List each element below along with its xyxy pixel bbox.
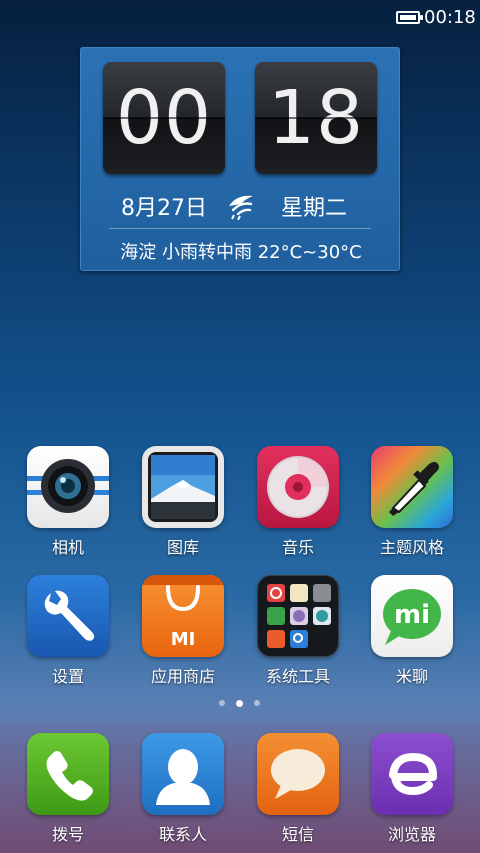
app-music[interactable]: 音乐 (243, 446, 353, 576)
status-time: 00:18 (424, 7, 476, 28)
sms-icon (257, 733, 339, 815)
app-label: 设置 (51, 667, 84, 686)
weather-logo-icon (229, 195, 253, 220)
app-label: 主题风格 (379, 538, 444, 557)
widget-date: 8月27日 (121, 196, 207, 221)
page-dot-active (236, 699, 243, 707)
app-contacts[interactable]: 联系人 (128, 733, 238, 853)
status-bar: 00:18 (0, 0, 480, 34)
app-label: 相机 (51, 538, 84, 557)
app-miliao[interactable]: mi 米聊 (357, 575, 467, 705)
app-store[interactable]: MI 应用商店 (128, 575, 238, 705)
settings-icon (27, 575, 109, 657)
music-icon (257, 446, 339, 528)
app-theme[interactable]: 主题风格 (357, 446, 467, 576)
app-label: 音乐 (281, 538, 314, 557)
app-label: 米聊 (395, 667, 428, 686)
app-label: 浏览器 (387, 825, 436, 844)
contacts-icon (142, 733, 224, 815)
page-indicator (215, 699, 265, 710)
app-phone[interactable]: 拨号 (13, 733, 123, 853)
app-label: 图库 (166, 538, 199, 557)
battery-full-icon (396, 11, 423, 24)
clock-hour: 00 (103, 62, 225, 174)
miliao-icon: mi (371, 575, 453, 657)
widget-divider (109, 228, 371, 229)
app-label: 联系人 (158, 825, 207, 844)
folder-system-tools[interactable]: 系统工具 (243, 575, 353, 705)
svg-text:MI: MI (171, 629, 196, 650)
camera-icon (27, 446, 109, 528)
app-sms[interactable]: 短信 (243, 733, 353, 853)
widget-weather-forecast: 海淀 小雨转中雨 22°C~30°C (120, 242, 362, 263)
browser-icon (371, 733, 453, 815)
svg-text:mi: mi (394, 600, 430, 630)
theme-icon (371, 446, 453, 528)
app-camera[interactable]: 相机 (13, 446, 123, 576)
page-dot (254, 700, 260, 706)
app-label: 短信 (281, 825, 314, 844)
app-browser[interactable]: 浏览器 (357, 733, 467, 853)
phone-icon (27, 733, 109, 815)
app-gallery[interactable]: 图库 (128, 446, 238, 576)
clock-minute: 18 (255, 62, 377, 174)
system-tools-folder-icon (257, 575, 339, 657)
gallery-icon (142, 446, 224, 528)
app-label: 拨号 (51, 825, 84, 844)
app-label: 系统工具 (265, 667, 330, 686)
app-label: 应用商店 (150, 667, 215, 686)
page-dot (219, 700, 225, 706)
app-settings[interactable]: 设置 (13, 575, 123, 705)
app-store-icon: MI (142, 575, 224, 657)
widget-weekday: 星期二 (281, 196, 348, 221)
clock-weather-widget[interactable]: 00 18 8月27日 星期二 海淀 小雨转中雨 22°C~30°C (80, 47, 400, 271)
